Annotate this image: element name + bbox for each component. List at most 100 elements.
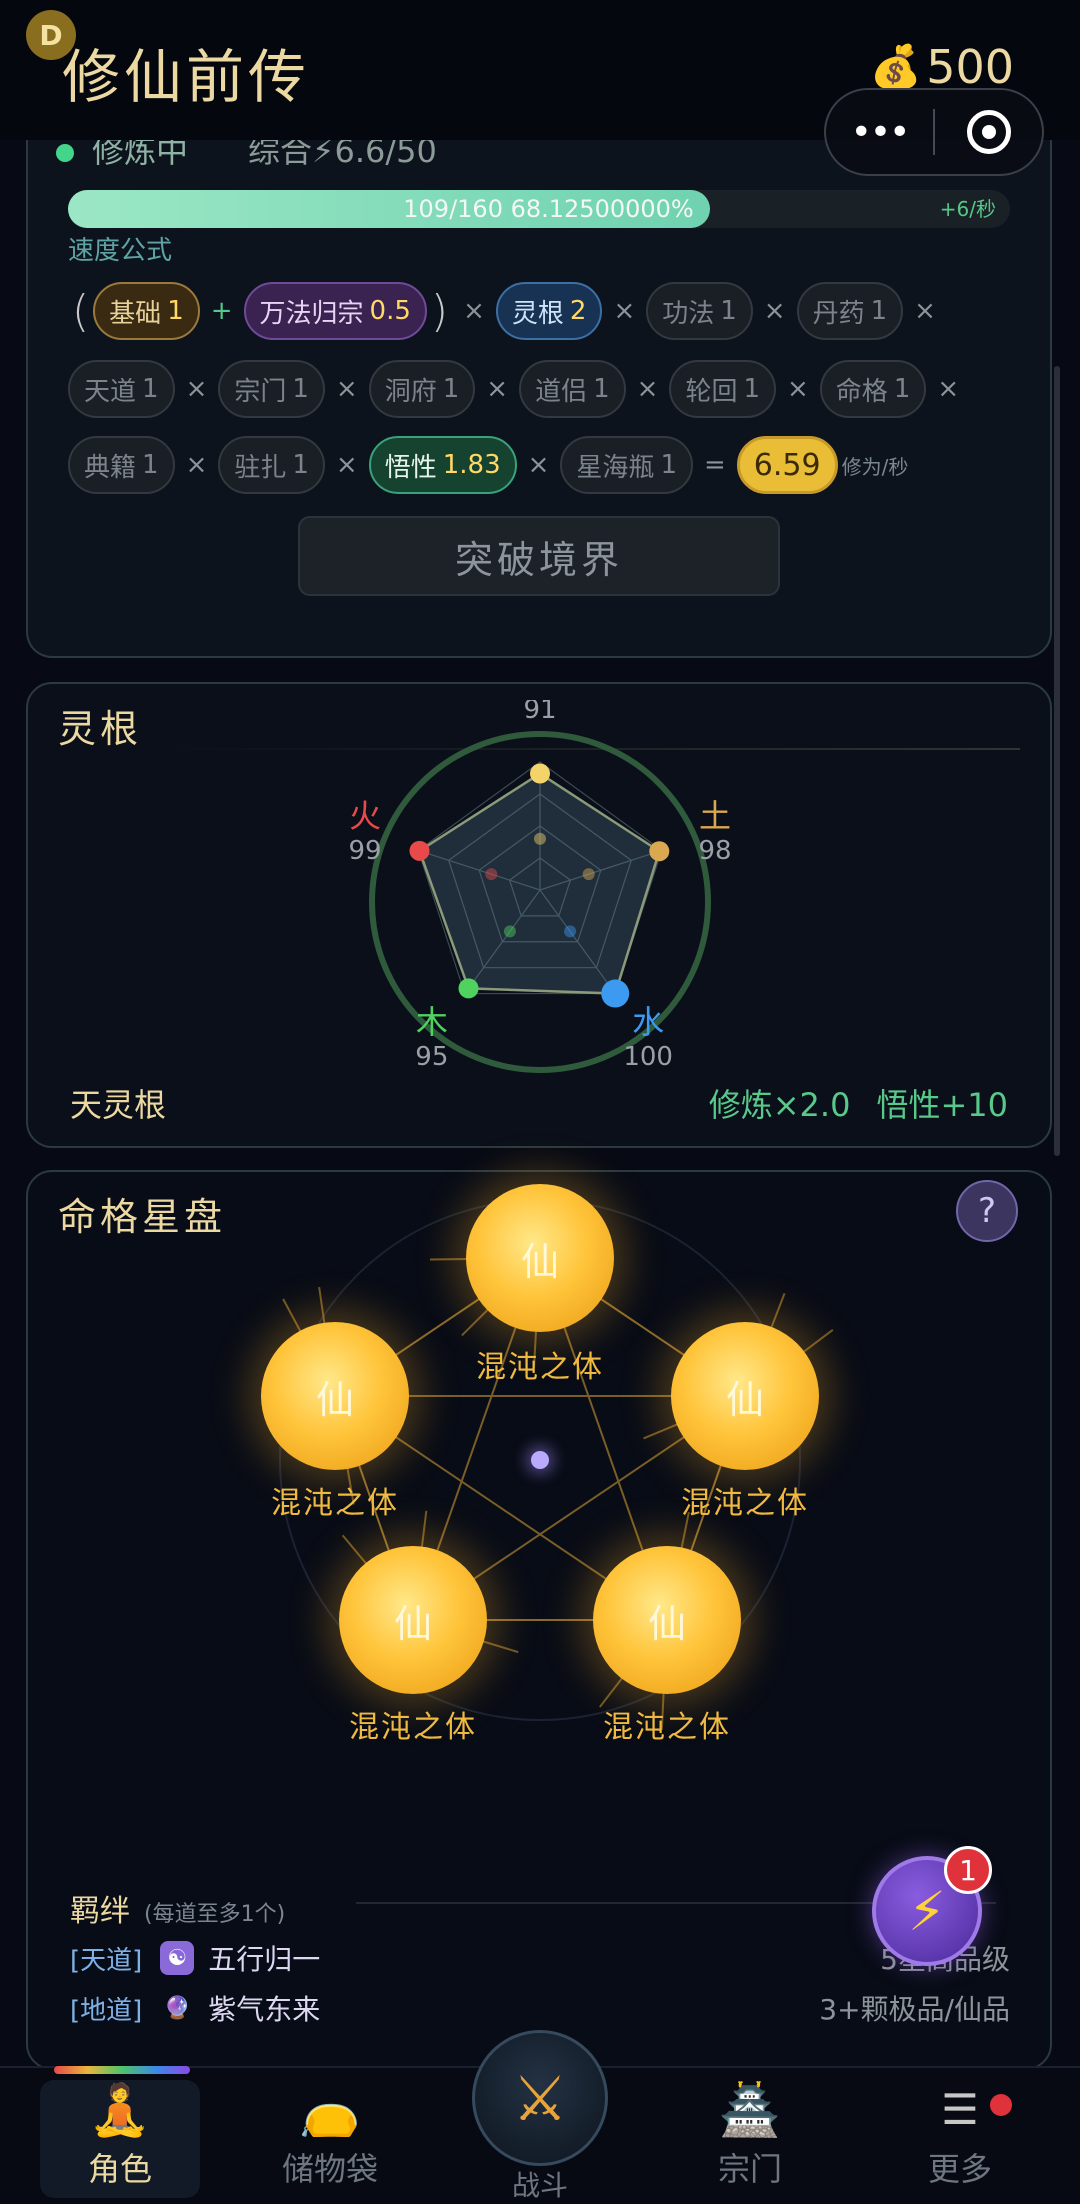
fate-node[interactable]: 仙 bbox=[593, 1546, 741, 1694]
node-ray bbox=[801, 1330, 833, 1354]
nav-label: 战斗 bbox=[472, 2164, 608, 2204]
times-operator: × bbox=[787, 374, 809, 404]
times-operator: × bbox=[463, 296, 485, 326]
speed-result: 6.59 bbox=[737, 436, 838, 494]
factor-pill[interactable]: 驻扎 1 bbox=[218, 436, 325, 494]
spirit-root-title: 灵根 bbox=[58, 698, 142, 753]
factor-pill[interactable]: 星海瓶 1 bbox=[560, 436, 693, 494]
fate-node-label: 混沌之体 bbox=[645, 1478, 845, 1522]
radar-point bbox=[649, 841, 669, 861]
factor-pill[interactable]: 轮回 1 bbox=[669, 360, 776, 418]
radar-inner-dot bbox=[583, 868, 595, 880]
factor-pill[interactable]: 命格 1 bbox=[820, 360, 927, 418]
nav-item-storage[interactable]: 👝 储物袋 bbox=[250, 2080, 410, 2198]
formula-row-2: 天道 1 × 宗门 1 × 洞府 1 × 道侣 1 × 轮回 1 × 命格 1 × bbox=[68, 360, 970, 418]
times-operator: × bbox=[186, 450, 208, 480]
factor-pill[interactable]: 典籍 1 bbox=[68, 436, 175, 494]
gold-counter: 💰 500 bbox=[870, 40, 1014, 94]
spirit-root-radar: 金91土98水100木95火99 bbox=[340, 700, 740, 1100]
fate-node[interactable]: 仙 bbox=[339, 1546, 487, 1694]
radar-element-label: 水 bbox=[632, 1003, 664, 1041]
scrollbar[interactable] bbox=[1054, 366, 1060, 1156]
progress-rate: +6/秒 bbox=[940, 190, 996, 228]
bond-tag: [天道] bbox=[70, 1940, 142, 1977]
fate-node-label: 混沌之体 bbox=[567, 1702, 767, 1746]
crossed-swords-icon: ⚔ bbox=[512, 2062, 568, 2135]
nav-label: 宗门 bbox=[718, 2144, 782, 2190]
root-bonus: 修炼×2.0 悟性+10 bbox=[709, 1080, 1008, 1126]
nav-item-sect[interactable]: 🏯 宗门 bbox=[670, 2080, 830, 2198]
factor-pill[interactable]: 天道 1 bbox=[68, 360, 175, 418]
factor-pill[interactable]: 基础 1 bbox=[93, 282, 200, 340]
menu-icon: ☰ bbox=[941, 2080, 979, 2140]
meditating-figure-icon: 🧘 bbox=[89, 2080, 151, 2140]
fate-node[interactable]: 仙 bbox=[261, 1322, 409, 1470]
money-bag-icon: 💰 bbox=[870, 42, 922, 92]
notification-badge: 1 bbox=[944, 1846, 992, 1894]
bond-section-title: 羁绊 (每道至多1个) bbox=[70, 1886, 285, 1930]
bond-row[interactable]: [地道] 🔮 紫气东来 3+颗极品/仙品 bbox=[70, 1988, 1010, 2028]
times-operator: × bbox=[528, 450, 550, 480]
crystal-ball-icon: 🔮 bbox=[160, 1991, 194, 2025]
factor-pill[interactable]: 丹药 1 bbox=[797, 282, 904, 340]
nav-label: 储物袋 bbox=[282, 2144, 378, 2190]
node-ray bbox=[343, 1535, 369, 1566]
bond-hint: (每道至多1个) bbox=[144, 1896, 285, 1928]
status-dot-icon bbox=[56, 144, 74, 162]
factor-pill[interactable]: 洞府 1 bbox=[369, 360, 476, 418]
times-operator: × bbox=[914, 296, 936, 326]
times-operator: × bbox=[186, 374, 208, 404]
insight-bonus: 悟性+10 bbox=[876, 1080, 1008, 1126]
factor-pill[interactable]: 万法归宗 0.5 bbox=[244, 282, 427, 340]
radar-value-label: 98 bbox=[698, 836, 731, 866]
formula-row-3: 典籍 1 × 驻扎 1 × 悟性 1.83 × 星海瓶 1 = 6.59 修为/秒 bbox=[68, 436, 908, 494]
cultivation-progress-bar: 109/160 68.12500000% +6/秒 bbox=[68, 190, 1010, 228]
node-ray bbox=[462, 1307, 490, 1335]
formula-row-1: ( 基础 1 + 万法归宗 0.5 ) × 灵根 2 × 功法 1 × 丹药 1 × bbox=[68, 282, 947, 340]
factor-pill[interactable]: 宗门 1 bbox=[218, 360, 325, 418]
nav-item-battle[interactable]: ⚔ bbox=[472, 2030, 608, 2166]
paren-open: ( bbox=[72, 286, 89, 337]
factor-pill[interactable]: 灵根 2 bbox=[496, 282, 603, 340]
progress-text: 109/160 68.12500000% bbox=[68, 190, 710, 228]
radar-inner-dot bbox=[485, 868, 497, 880]
factor-pill[interactable]: 悟性 1.83 bbox=[369, 436, 517, 494]
nav-item-character[interactable]: 🧘 角色 bbox=[40, 2080, 200, 2198]
radar-value-label: 99 bbox=[348, 836, 381, 866]
fate-node[interactable]: 仙 bbox=[466, 1184, 614, 1332]
gold-amount: 500 bbox=[926, 40, 1014, 94]
times-operator: × bbox=[613, 296, 635, 326]
radar-inner-dot bbox=[534, 833, 546, 845]
breakthrough-button[interactable]: 突破境界 bbox=[298, 516, 780, 596]
star-disk-center bbox=[531, 1451, 549, 1469]
equals-operator: = bbox=[704, 450, 726, 480]
fate-node-label: 混沌之体 bbox=[313, 1702, 513, 1746]
fate-node[interactable]: 仙 bbox=[671, 1322, 819, 1470]
radar-element-label: 土 bbox=[699, 797, 731, 835]
node-ray bbox=[430, 1259, 470, 1260]
fate-node-label: 混沌之体 bbox=[440, 1342, 640, 1386]
times-operator: × bbox=[486, 374, 508, 404]
node-ray bbox=[283, 1299, 302, 1334]
nav-item-more[interactable]: ☰ 更多 bbox=[880, 2080, 1040, 2198]
help-button[interactable]: ? bbox=[956, 1180, 1018, 1242]
cultivation-bonus: 修炼×2.0 bbox=[709, 1080, 851, 1126]
node-ray bbox=[770, 1293, 784, 1330]
radar-element-label: 木 bbox=[416, 1003, 448, 1041]
factor-pill[interactable]: 道侣 1 bbox=[519, 360, 626, 418]
factor-pill[interactable]: 功法 1 bbox=[646, 282, 753, 340]
radar-inner-dot bbox=[564, 925, 576, 937]
yin-yang-icon: ☯ bbox=[160, 1941, 194, 1975]
bond-name: 紫气东来 bbox=[208, 1988, 320, 2028]
radar-data-area bbox=[419, 774, 659, 994]
radar-value-label: 91 bbox=[523, 700, 556, 725]
times-operator: × bbox=[336, 374, 358, 404]
radar-point bbox=[601, 980, 629, 1008]
radar-value-label: 95 bbox=[415, 1042, 448, 1072]
bond-row[interactable]: [天道] ☯ 五行归一 5星高品级 bbox=[70, 1938, 1010, 1978]
radar-point bbox=[459, 978, 479, 998]
close-miniprogram-icon[interactable] bbox=[935, 110, 1042, 154]
radar-point bbox=[409, 841, 429, 861]
more-menu-icon[interactable]: ••• bbox=[826, 112, 933, 153]
times-operator: × bbox=[764, 296, 786, 326]
